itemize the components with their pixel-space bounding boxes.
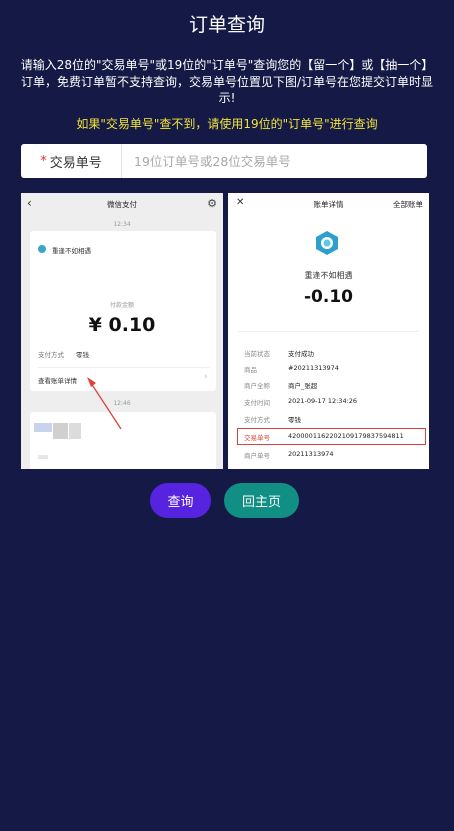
detail-key: 商品 [244,366,257,374]
field-label: * 交易单号 [21,144,122,178]
guide-divider [238,331,419,332]
detail-key: 商户全称 [244,382,270,390]
guide-all-bills: 全部账单 [393,199,423,209]
home-button[interactable]: 回主页 [224,483,299,518]
transaction-number-input[interactable] [122,144,427,178]
detail-row: 商户单号 20211313974 [244,450,334,460]
transaction-number-field: * 交易单号 [21,144,427,178]
detail-key: 商户单号 [244,452,270,460]
required-mark: * [40,153,47,169]
guide-merchant-name: 重逢不如相遇 [304,271,353,280]
detail-row: 商品 #20211313974 [244,364,339,374]
guide-image: ‹ 微信支付 ⚙ 12:34 重逢不如相遇 付款金额 ¥ 0.10 支付方式 零… [21,193,429,469]
query-button[interactable]: 查询 [150,483,211,518]
detail-value: 20211313974 [288,450,334,458]
guide-bill-detail-screen: ✕ 账单详情 全部账单 重逢不如相遇 -0.10 当前状态 支付成功 商品 #2… [228,193,429,469]
detail-key: 当前状态 [244,350,270,358]
detail-value: 2021-09-17 12:34:26 [288,397,358,405]
guide-right-topbar: ✕ 账单详情 全部账单 [228,193,429,215]
detail-value: 零钱 [288,416,301,424]
detail-key: 支付时间 [244,399,270,407]
guide-payment-screen: ‹ 微信支付 ⚙ 12:34 重逢不如相遇 付款金额 ¥ 0.10 支付方式 零… [21,193,223,469]
detail-row: 商户全称 商户_张超 [244,380,317,390]
transaction-number-highlight [237,428,426,445]
merchant-logo-icon [316,231,338,255]
notice-tip: 如果"交易单号"查不到，请使用19位的"订单号"进行查询 [76,117,378,131]
detail-key: 支付方式 [244,416,270,424]
detail-row: 支付方式 零钱 [244,414,301,424]
detail-value: 商户_张超 [288,382,318,390]
page-title: 订单查询 [188,14,265,36]
detail-value: #20211313974 [288,364,339,372]
field-label-text: 交易单号 [49,155,102,171]
red-arrow-icon [87,377,122,430]
detail-row: 当前状态 支付成功 [244,348,314,358]
detail-row: 支付时间 2021-09-17 12:34:26 [244,397,357,407]
guide-bill-amount: -0.10 [304,287,353,307]
notice-text: 请输入28位的"交易单号"或19位的"订单号"查询您的【留一个】或【抽一个】订单… [20,58,434,105]
detail-value: 支付成功 [288,350,314,358]
